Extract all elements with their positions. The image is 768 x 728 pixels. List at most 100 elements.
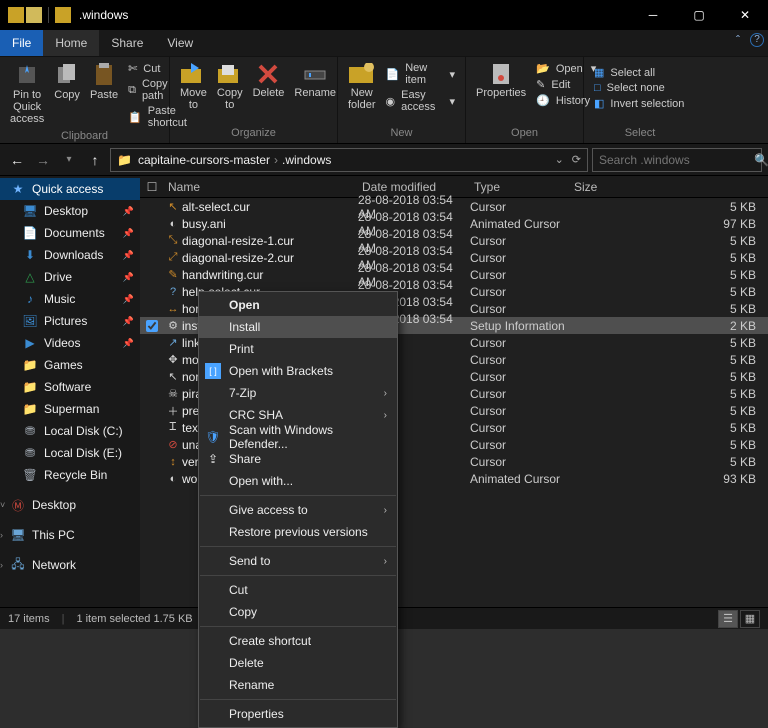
select-none-button[interactable]: □Select none — [590, 81, 688, 95]
qat-icon[interactable] — [26, 7, 42, 23]
row-checkbox[interactable] — [146, 320, 158, 332]
ctx-rename[interactable]: Rename — [199, 674, 397, 696]
sidebar-item[interactable]: 🗑Recycle Bin — [0, 464, 140, 486]
ctx-open-with[interactable]: Open with... — [199, 470, 397, 492]
easy-access-icon: ◉ — [386, 95, 396, 108]
ctx-send-to[interactable]: Send to› — [199, 550, 397, 572]
file-size: 5 KB — [570, 387, 768, 401]
ctx-7zip[interactable]: 7-Zip› — [199, 382, 397, 404]
sidebar-item[interactable]: 📁Games — [0, 354, 140, 376]
file-name: diagonal-resize-2.cur — [182, 251, 358, 265]
move-to-button[interactable]: Move to — [176, 59, 211, 115]
paste-button[interactable]: Paste — [86, 59, 122, 105]
search-box[interactable]: 🔍 — [592, 148, 762, 172]
pin-to-quick-access-button[interactable]: Pin to Quick access — [6, 59, 48, 129]
tab-home[interactable]: Home — [43, 30, 99, 56]
easy-access-button[interactable]: ◉Easy access▾ — [382, 88, 459, 114]
sidebar-item-desktop[interactable]: ˅ⓂDesktop — [0, 494, 140, 516]
ctx-create-shortcut[interactable]: Create shortcut — [199, 630, 397, 652]
delete-button[interactable]: Delete — [249, 59, 289, 103]
sidebar-item[interactable]: ⛃Local Disk (C:) — [0, 420, 140, 442]
new-item-button[interactable]: 📄New item▾ — [382, 61, 459, 87]
file-icon: ↗ — [164, 336, 182, 349]
ctx-open-with-brackets[interactable]: [ ]Open with Brackets — [199, 360, 397, 382]
search-input[interactable] — [599, 153, 754, 167]
file-icon: ◐ — [164, 218, 182, 230]
rename-button[interactable]: Rename — [290, 59, 340, 103]
file-icon: ↖ — [164, 370, 182, 383]
sidebar-item[interactable]: 🖼Pictures📌 — [0, 310, 140, 332]
ctx-restore-versions[interactable]: Restore previous versions — [199, 521, 397, 543]
ctx-share[interactable]: ⇪Share — [199, 448, 397, 470]
select-none-icon: □ — [594, 82, 601, 94]
sidebar-quick-access[interactable]: ★Quick access — [0, 178, 140, 200]
sidebar-item[interactable]: ⬇Downloads📌 — [0, 244, 140, 266]
sidebar-item[interactable]: ⛃Local Disk (E:) — [0, 442, 140, 464]
sidebar-item-network[interactable]: ›🖧Network — [0, 554, 140, 576]
ctx-open[interactable]: Open — [199, 294, 397, 316]
folder-icon: 📁 — [117, 153, 132, 167]
recent-dropdown[interactable]: ▾ — [58, 154, 80, 165]
col-date[interactable]: Date modified — [358, 180, 470, 194]
help-icon[interactable]: ? — [750, 33, 764, 47]
col-name[interactable]: Name — [164, 180, 358, 194]
sidebar-item[interactable]: 📄Documents📌 — [0, 222, 140, 244]
breadcrumb-parent[interactable]: capitaine-cursors-master — [138, 153, 270, 167]
tab-view[interactable]: View — [155, 30, 205, 56]
ctx-properties[interactable]: Properties — [199, 703, 397, 725]
sidebar-item-label: Local Disk (C:) — [44, 424, 123, 438]
sidebar-item[interactable]: ▶Videos📌 — [0, 332, 140, 354]
refresh-icon[interactable]: ⟳ — [572, 153, 581, 166]
address-bar[interactable]: 📁 capitaine-cursors-master›.windows ⌄⟳ — [110, 148, 588, 172]
properties-button[interactable]: Properties — [472, 59, 530, 103]
col-size[interactable]: Size — [570, 180, 768, 194]
select-all-button[interactable]: ▦Select all — [590, 65, 688, 80]
ctx-print[interactable]: Print — [199, 338, 397, 360]
ctx-delete[interactable]: Delete — [199, 652, 397, 674]
file-icon: ↖ — [164, 200, 182, 213]
breadcrumb-current[interactable]: .windows — [282, 153, 331, 167]
sidebar-item-thispc[interactable]: ›🖥This PC — [0, 524, 140, 546]
checkbox-header[interactable]: ☐ — [140, 180, 164, 194]
tab-share[interactable]: Share — [99, 30, 155, 56]
ctx-install[interactable]: Install — [199, 316, 397, 338]
ctx-copy[interactable]: Copy — [199, 601, 397, 623]
pin-icon: 📌 — [123, 272, 134, 283]
view-large-button[interactable]: ▦ — [740, 610, 760, 628]
qat-icon-2[interactable] — [55, 7, 71, 23]
ctx-cut[interactable]: Cut — [199, 579, 397, 601]
sidebar-item[interactable]: 🖥Desktop📌 — [0, 200, 140, 222]
ctx-defender[interactable]: 🛡Scan with Windows Defender... — [199, 426, 397, 448]
maximize-button[interactable]: ▢ — [676, 0, 722, 30]
copy-to-button[interactable]: Copy to — [213, 59, 247, 115]
up-button[interactable]: ↑ — [84, 152, 106, 168]
copy-button[interactable]: Copy — [50, 59, 84, 105]
tab-file[interactable]: File — [0, 30, 43, 56]
sidebar-item[interactable]: ♪Music📌 — [0, 288, 140, 310]
close-button[interactable]: ✕ — [722, 0, 768, 30]
ribbon-collapse-icon[interactable]: ˆ — [730, 33, 746, 47]
addr-dropdown-icon[interactable]: ⌄ — [555, 153, 564, 166]
file-icon: ⚙ — [164, 319, 182, 332]
sidebar-item[interactable]: △Drive📌 — [0, 266, 140, 288]
invert-selection-button[interactable]: ◧Invert selection — [590, 96, 688, 111]
file-size: 2 KB — [570, 319, 768, 333]
star-icon: ★ — [10, 181, 26, 197]
file-type: Cursor — [470, 455, 570, 469]
group-label-clipboard: Clipboard — [6, 130, 163, 144]
pin-icon: 📌 — [123, 250, 134, 261]
folder-icon: ♪ — [22, 291, 38, 307]
search-icon[interactable]: 🔍 — [754, 153, 768, 167]
status-item-count: 17 items — [8, 613, 50, 625]
forward-button[interactable]: → — [32, 152, 54, 168]
sidebar-item[interactable]: 📁Superman — [0, 398, 140, 420]
group-label-open: Open — [472, 127, 577, 141]
new-folder-button[interactable]: New folder — [344, 59, 380, 115]
cut-icon: ✄ — [128, 62, 137, 75]
view-details-button[interactable]: ☰ — [718, 610, 738, 628]
back-button[interactable]: ← — [6, 152, 28, 168]
minimize-button[interactable]: ─ — [630, 0, 676, 30]
sidebar-item[interactable]: 📁Software — [0, 376, 140, 398]
col-type[interactable]: Type — [470, 180, 570, 194]
ctx-give-access[interactable]: Give access to› — [199, 499, 397, 521]
